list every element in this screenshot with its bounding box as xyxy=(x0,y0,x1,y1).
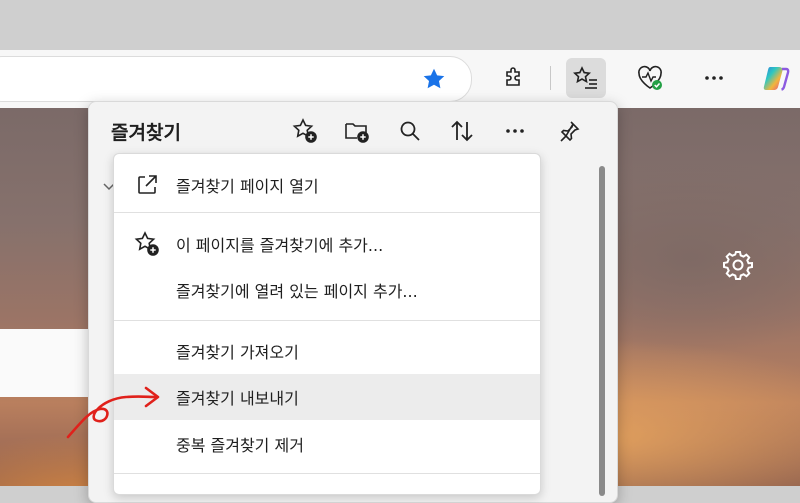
menu-item-label: 중복 즐겨찾기 제거 xyxy=(176,436,304,455)
sort-icon[interactable] xyxy=(447,116,477,146)
more-options-icon[interactable] xyxy=(500,116,530,146)
menu-item-remove-duplicates[interactable]: 중복 즐겨찾기 제거 xyxy=(114,421,540,467)
browser-essentials-icon[interactable] xyxy=(630,58,670,98)
open-external-icon xyxy=(134,172,160,198)
add-favorite-icon[interactable] xyxy=(290,116,320,146)
menu-divider xyxy=(114,320,540,321)
search-icon[interactable] xyxy=(395,116,425,146)
menu-item-add-this-page[interactable]: 이 페이지를 즐겨찾기에 추가... xyxy=(114,221,540,267)
favorites-more-menu: 즐겨찾기 페이지 열기 이 페이지를 즐겨찾기에 추가... 즐겨찾기에 열려 … xyxy=(113,153,541,495)
menu-item-label: 즐겨찾기 페이지 열기 xyxy=(176,177,319,196)
favorites-title: 즐겨찾기 xyxy=(111,122,181,144)
menu-item-export-favorites[interactable]: 즐겨찾기 내보내기 xyxy=(114,374,540,420)
add-favorite-icon xyxy=(134,231,160,257)
add-folder-icon[interactable] xyxy=(342,116,372,146)
pin-icon[interactable] xyxy=(554,116,584,146)
menu-item-add-open-pages[interactable]: 즐겨찾기에 열려 있는 페이지 추가... xyxy=(114,267,540,313)
annotation-arrow xyxy=(66,386,160,439)
menu-divider xyxy=(114,473,540,474)
more-icon[interactable] xyxy=(694,58,734,98)
menu-item-label: 즐겨찾기에 열려 있는 페이지 추가... xyxy=(176,282,418,301)
settings-gear-icon[interactable] xyxy=(722,249,754,281)
menu-item-label: 이 페이지를 즐겨찾기에 추가... xyxy=(176,236,384,255)
menu-item-label: 즐겨찾기 가져오기 xyxy=(176,343,299,362)
menu-item-label: 즐겨찾기 내보내기 xyxy=(176,389,299,408)
favorite-star-icon[interactable] xyxy=(421,66,447,96)
panel-scrollbar[interactable] xyxy=(599,166,605,496)
toolbar-separator xyxy=(550,66,551,90)
menu-item-import-favorites[interactable]: 즐겨찾기 가져오기 xyxy=(114,328,540,374)
menu-item-open-favorites-page[interactable]: 즐겨찾기 페이지 열기 xyxy=(114,162,540,208)
copilot-icon[interactable] xyxy=(756,58,796,98)
favorites-icon[interactable] xyxy=(566,58,606,98)
extensions-icon[interactable] xyxy=(494,58,534,98)
tab-strip xyxy=(0,0,800,50)
menu-divider xyxy=(114,212,540,213)
browser-toolbar xyxy=(0,50,800,108)
address-bar[interactable] xyxy=(0,56,472,102)
